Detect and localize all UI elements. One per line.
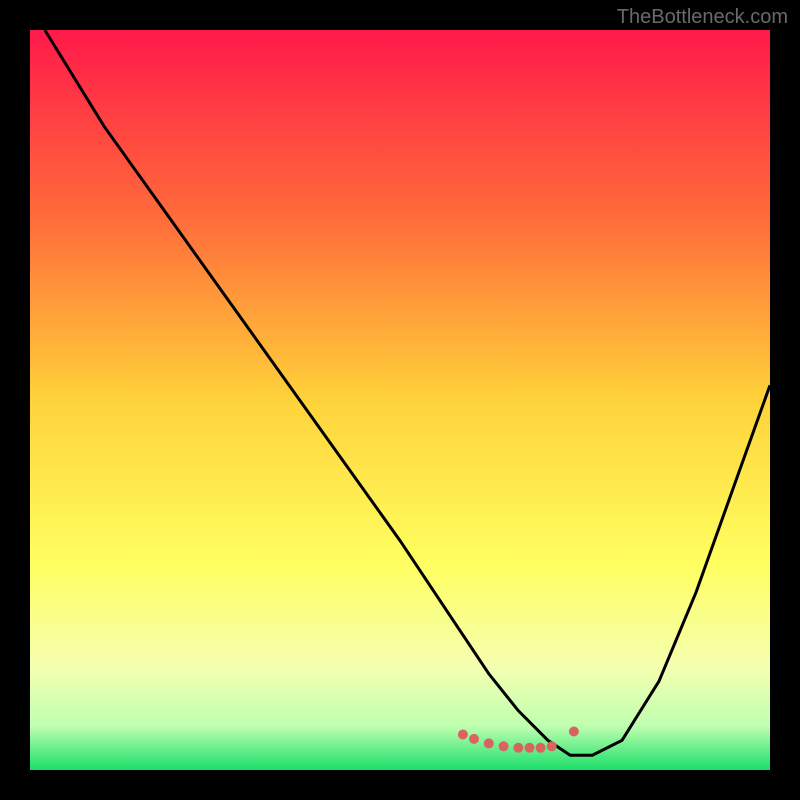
highlight-dot <box>499 741 509 751</box>
watermark-text: TheBottleneck.com <box>617 6 788 29</box>
bottleneck-chart <box>30 30 770 770</box>
highlight-dot <box>484 738 494 748</box>
highlight-dot <box>525 743 535 753</box>
chart-container <box>30 30 770 770</box>
highlight-dot <box>469 734 479 744</box>
highlight-dot <box>458 730 468 740</box>
highlight-dot <box>547 741 557 751</box>
highlight-dot <box>569 727 579 737</box>
gradient-background <box>30 30 770 770</box>
highlight-dot <box>536 743 546 753</box>
highlight-dot <box>513 743 523 753</box>
